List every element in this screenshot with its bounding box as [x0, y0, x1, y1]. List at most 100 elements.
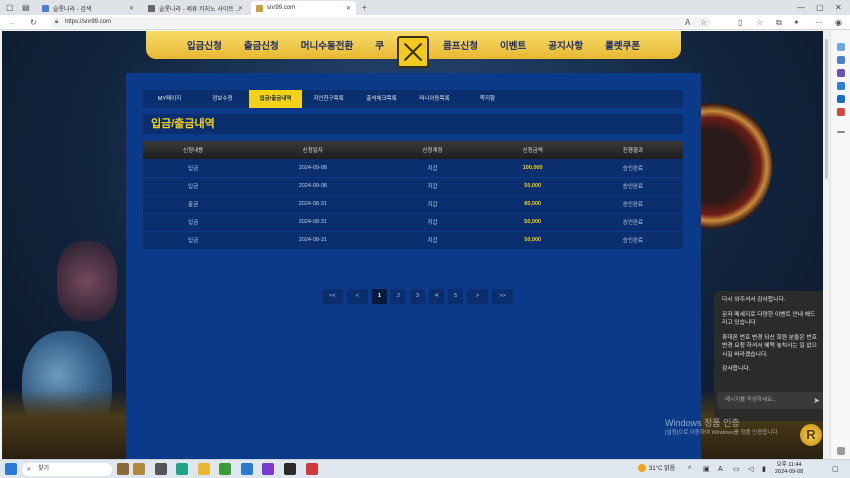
cell-amount: 100,000	[482, 159, 583, 178]
office-icon[interactable]	[837, 95, 845, 103]
tab-actions-icon[interactable]: ▤	[22, 2, 30, 13]
browser-tab-3[interactable]: snr99.com ✕	[251, 1, 356, 15]
nav-deposit[interactable]: 입금신청	[176, 38, 233, 52]
tray-chevron-icon[interactable]: ^	[688, 464, 691, 475]
taskbar-search[interactable]: ⌕ 찾기	[22, 463, 112, 476]
back-icon[interactable]: ←	[8, 17, 16, 28]
task-view-icon[interactable]	[155, 463, 167, 475]
page-button-4[interactable]: 4	[429, 289, 444, 304]
terminal-icon[interactable]	[284, 463, 296, 475]
chat-launcher-logo[interactable]: R	[800, 424, 822, 446]
weather-widget[interactable]: 31°C 맑음	[638, 464, 675, 475]
news-icon[interactable]	[133, 463, 145, 475]
split-screen-icon[interactable]: ▯	[738, 17, 742, 28]
search-favicon	[42, 4, 49, 12]
tools-icon[interactable]	[837, 69, 845, 77]
subtab-messages[interactable]: 쪽지함	[461, 90, 514, 108]
send-icon[interactable]: ➤	[813, 392, 820, 409]
page-button-5[interactable]: 5	[448, 289, 463, 304]
mail-icon[interactable]	[241, 463, 253, 475]
subtab-attendance[interactable]: 출석체크목록	[355, 90, 408, 108]
cell-type: 입금	[143, 213, 244, 232]
cell-date: 2024-08-31	[243, 213, 383, 232]
games-icon[interactable]	[837, 82, 845, 90]
close-tab-icon[interactable]: ✕	[346, 5, 351, 12]
app-icon[interactable]	[262, 463, 274, 475]
app-red-icon[interactable]	[306, 463, 318, 475]
browser-tab-2[interactable]: 슬롯나라 - 제휴 카지노 사이트 ... ✕	[143, 1, 248, 15]
edge-taskbar-icon[interactable]	[176, 463, 188, 475]
page-button-2[interactable]: 2	[391, 289, 406, 304]
more-icon[interactable]: ⋯	[815, 17, 823, 28]
close-popup-button[interactable]	[397, 36, 429, 68]
nav-event[interactable]: 이벤트	[489, 38, 537, 52]
network-icon[interactable]: ▭	[733, 464, 740, 475]
windows-taskbar: ⌕ 찾기 31°C 맑음 ^ ▣ A ▭ ◁ ▮ 오후 11:44 2024-0…	[0, 459, 850, 478]
character-artwork	[57, 241, 117, 321]
add-sidebar-icon[interactable]	[837, 131, 845, 133]
shopping-icon[interactable]	[837, 56, 845, 64]
cell-date: 2024-08-31	[243, 195, 383, 214]
close-tab-icon[interactable]: ✕	[238, 5, 243, 12]
collections-icon[interactable]: ⧉	[776, 17, 782, 28]
favorites-list-icon[interactable]: ☆	[756, 17, 763, 28]
prev-page-button[interactable]: <	[347, 289, 368, 304]
browser-tab-strip: ▢ ▤ 슬롯나라 - 검색 ✕ 슬롯나라 - 제휴 카지노 사이트 ... ✕ …	[0, 0, 850, 15]
tray-app-icon[interactable]: ▣	[703, 464, 710, 475]
nav-comp[interactable]: 콤프신청	[432, 38, 489, 52]
browser-menu-icon[interactable]: ▢	[6, 2, 14, 13]
browser-tab-1[interactable]: 슬롯나라 - 검색 ✕	[37, 1, 139, 15]
scrollbar-thumb[interactable]	[825, 39, 828, 179]
outlook-icon[interactable]	[837, 108, 845, 116]
page-button-1[interactable]: 1	[372, 289, 387, 304]
subtab-edit-info[interactable]: 정보수정	[196, 90, 249, 108]
cell-account: 지갑	[382, 177, 483, 196]
cell-amount: 50,000	[482, 213, 583, 232]
ime-icon[interactable]: A	[718, 464, 723, 475]
new-tab-icon[interactable]: +	[362, 2, 367, 13]
chat-input[interactable]: 메시지를 작성하세요... ➤	[717, 392, 825, 409]
subtab-money-transfer[interactable]: 머니이동목록	[408, 90, 461, 108]
close-tab-icon[interactable]: ✕	[129, 5, 134, 12]
nav-roulette-coupon[interactable]: 룰렛쿠폰	[594, 38, 651, 52]
windows-start-icon[interactable]	[5, 463, 17, 475]
subtab-friends[interactable]: 지인친구목록	[302, 90, 355, 108]
next-page-button[interactable]: >	[467, 289, 488, 304]
minimize-icon[interactable]: —	[797, 2, 805, 13]
store-icon[interactable]	[219, 463, 231, 475]
nav-withdraw[interactable]: 출금신청	[233, 38, 290, 52]
subtab-deposit-history[interactable]: 입금/출금내역	[249, 90, 302, 108]
section-title: 입금/출금내역	[143, 114, 683, 134]
url-field[interactable]: 🔒︎ https://snr99.com	[51, 17, 711, 28]
table-row: 입금 2024-09-08 지갑 100,000 승인완료	[143, 159, 683, 178]
copilot-icon[interactable]: ◉	[835, 17, 842, 28]
cell-amount: 50,000	[482, 177, 583, 196]
widgets-icon[interactable]	[117, 463, 129, 475]
taskbar-clock[interactable]: 오후 11:44 2024-09-08	[775, 462, 803, 476]
browser-tab-title: 슬롯나라 - 검색	[53, 6, 92, 13]
history-table: 신청내용 신청일자 신청계정 신청금액 진행결과 입금 2024-09-08 지…	[143, 141, 683, 250]
notification-icon[interactable]: ▢	[832, 464, 839, 475]
last-page-button[interactable]: >>	[492, 289, 513, 304]
browser-tab-title: snr99.com	[267, 5, 296, 11]
close-window-icon[interactable]: ✕	[835, 2, 842, 13]
file-explorer-icon[interactable]	[198, 463, 210, 475]
nav-notice[interactable]: 공지사항	[537, 38, 594, 52]
subtab-mypage[interactable]: MY페이지	[143, 90, 196, 108]
settings-gear-icon[interactable]	[837, 447, 845, 455]
favorite-icon[interactable]: ☆	[700, 17, 707, 28]
search-sidebar-icon[interactable]	[837, 43, 845, 51]
first-page-button[interactable]: <<	[322, 289, 343, 304]
cell-account: 지갑	[382, 195, 483, 214]
cell-account: 지갑	[382, 159, 483, 178]
table-row: 입금 2024-09-08 지갑 50,000 승인완료	[143, 177, 683, 196]
extensions-icon[interactable]: ✦	[793, 17, 800, 28]
nav-money-convert[interactable]: 머니수동전환	[290, 38, 364, 52]
refresh-icon[interactable]: ↻	[30, 17, 37, 28]
page-button-3[interactable]: 3	[410, 289, 425, 304]
maximize-icon[interactable]: ▢	[816, 2, 824, 13]
volume-icon[interactable]: ◁	[748, 464, 753, 475]
page-scrollbar[interactable]	[823, 31, 830, 459]
battery-icon[interactable]: ▮	[762, 464, 766, 475]
read-aloud-icon[interactable]: A	[685, 17, 690, 28]
